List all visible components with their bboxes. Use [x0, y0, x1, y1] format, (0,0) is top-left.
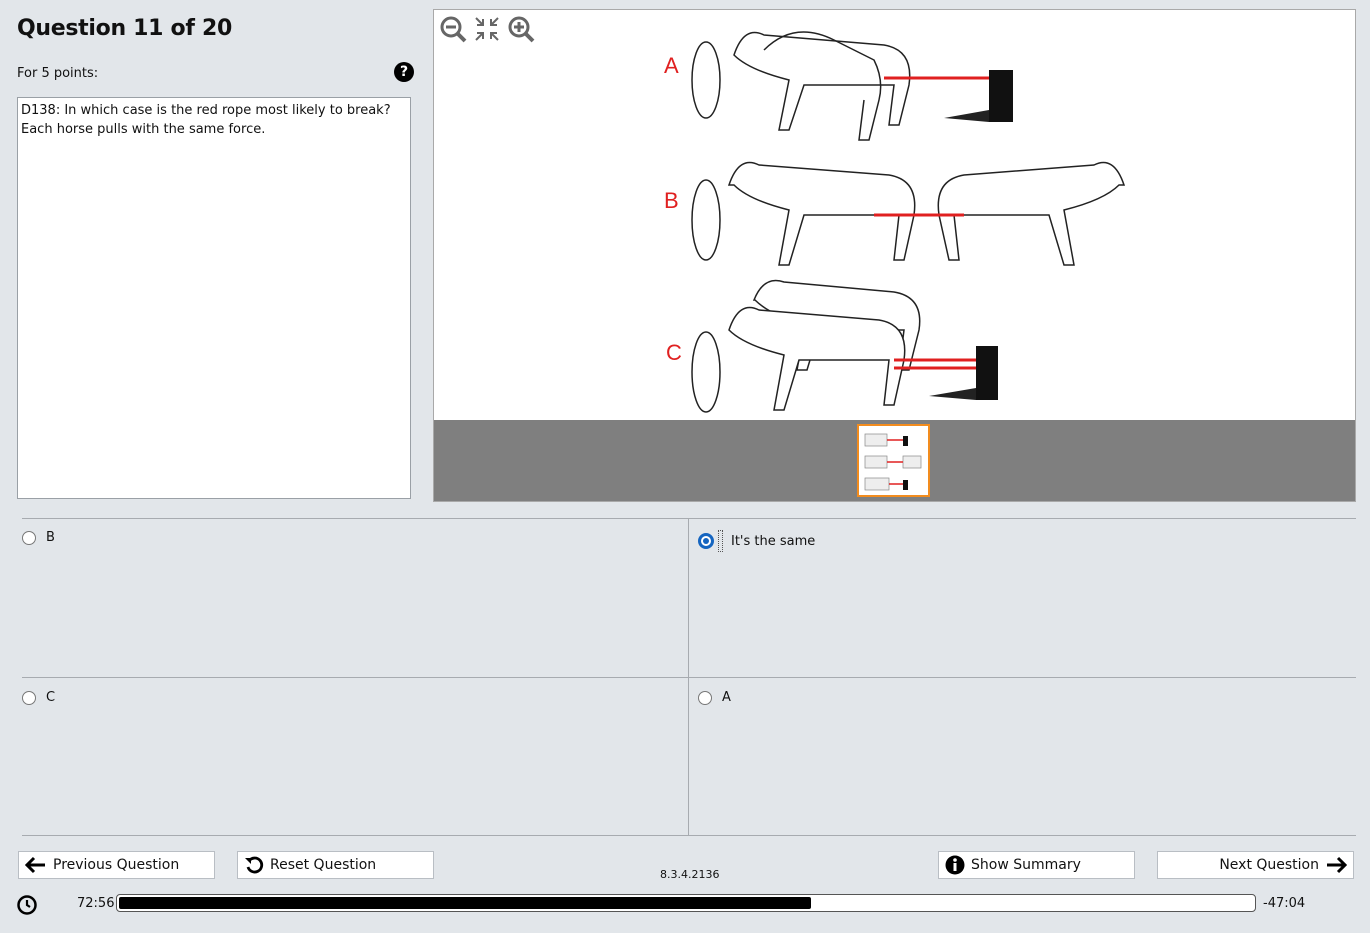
remaining-time: -47:04 — [1263, 896, 1306, 911]
question-title: Question 11 of 20 — [17, 16, 233, 41]
answer-label: It's the same — [731, 533, 816, 549]
figure-thumbnail[interactable] — [857, 424, 930, 497]
version-label: 8.3.4.2136 — [660, 868, 720, 881]
next-question-button[interactable]: Next Question — [1157, 851, 1354, 879]
answer-label: A — [722, 690, 731, 705]
answer-option-same[interactable]: It's the same — [698, 530, 815, 552]
image-toolbar — [438, 14, 536, 44]
zoom-in-icon[interactable] — [506, 14, 536, 44]
radio-button[interactable] — [22, 690, 36, 705]
clock-icon — [17, 895, 37, 915]
answer-grid-middle-line — [22, 677, 1356, 678]
previous-question-label: Previous Question — [53, 857, 180, 873]
elapsed-time: 72:56 — [77, 896, 115, 911]
info-icon — [945, 855, 965, 875]
points-label: For 5 points: — [17, 66, 99, 81]
case-b-illustration: B — [664, 161, 1126, 266]
case-c-illustration: C — [666, 279, 998, 413]
question-circle-icon[interactable]: ? — [394, 62, 414, 82]
arrow-right-icon — [1327, 856, 1347, 874]
question-text-box: D138: In which case is the red rope most… — [17, 97, 411, 499]
reset-icon — [245, 856, 264, 874]
arrow-left-icon — [25, 856, 45, 874]
answer-option-b[interactable]: B — [22, 530, 55, 545]
show-summary-label: Show Summary — [971, 857, 1081, 873]
answer-grid-bottom-line — [22, 835, 1356, 836]
focus-indicator — [718, 530, 723, 552]
case-a-illustration: A — [664, 31, 1013, 141]
case-label-b: B — [664, 188, 679, 213]
next-question-label: Next Question — [1219, 857, 1319, 873]
radio-button-selected[interactable] — [698, 533, 714, 549]
answer-label: C — [46, 690, 56, 705]
horses-figure: A B C — [664, 31, 1126, 413]
case-label-a: A — [664, 53, 679, 78]
case-label-c: C — [666, 340, 682, 365]
reset-question-button[interactable]: Reset Question — [237, 851, 434, 879]
answer-option-a[interactable]: A — [698, 690, 731, 705]
answer-grid-divider — [688, 518, 689, 836]
time-progress-fill — [119, 897, 811, 909]
fit-to-screen-icon[interactable] — [472, 14, 502, 44]
radio-button[interactable] — [698, 690, 712, 705]
reset-question-label: Reset Question — [270, 857, 377, 873]
answer-label: B — [46, 530, 55, 545]
answer-grid-top-line — [22, 518, 1356, 519]
answer-option-c[interactable]: C — [22, 690, 55, 705]
previous-question-button[interactable]: Previous Question — [18, 851, 215, 879]
show-summary-button[interactable]: Show Summary — [938, 851, 1135, 879]
radio-button[interactable] — [22, 530, 36, 545]
zoom-out-icon[interactable] — [438, 14, 468, 44]
thumbnail-image — [864, 433, 922, 491]
question-figure: A B C — [434, 10, 1355, 420]
time-progress-bar — [116, 894, 1256, 912]
